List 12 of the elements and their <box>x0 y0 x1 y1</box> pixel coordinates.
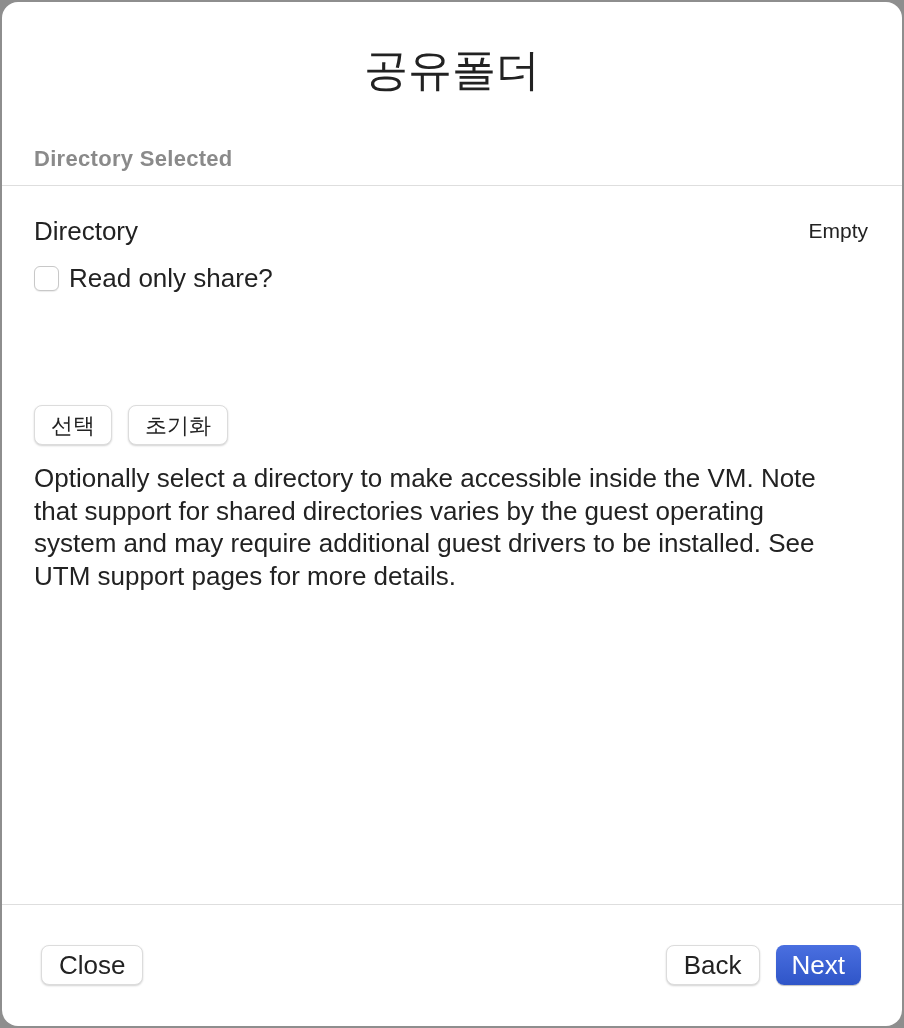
directory-value: Empty <box>808 218 869 244</box>
directory-button[interactable]: 초기화 <box>128 405 228 445</box>
checkbox-label: Read only share? <box>69 262 273 294</box>
footer-button[interactable]: Back <box>665 944 760 985</box>
directory-label: Directory <box>34 215 138 247</box>
primary-button[interactable]: Next <box>775 944 861 985</box>
directory-button[interactable]: 선택 <box>34 405 112 445</box>
description-text: Optionally select a directory to make accessible inside the VM. Note that support for shared directories varies by the guest operating system and may require additional guest drivers to be installed. See UTM support pages for more details. <box>34 462 817 592</box>
section-header: Directory Selected <box>34 146 233 171</box>
window-title: 공유폴더 <box>364 44 540 96</box>
read-only-checkbox[interactable] <box>34 265 59 291</box>
footer-button[interactable]: Close <box>41 944 144 985</box>
